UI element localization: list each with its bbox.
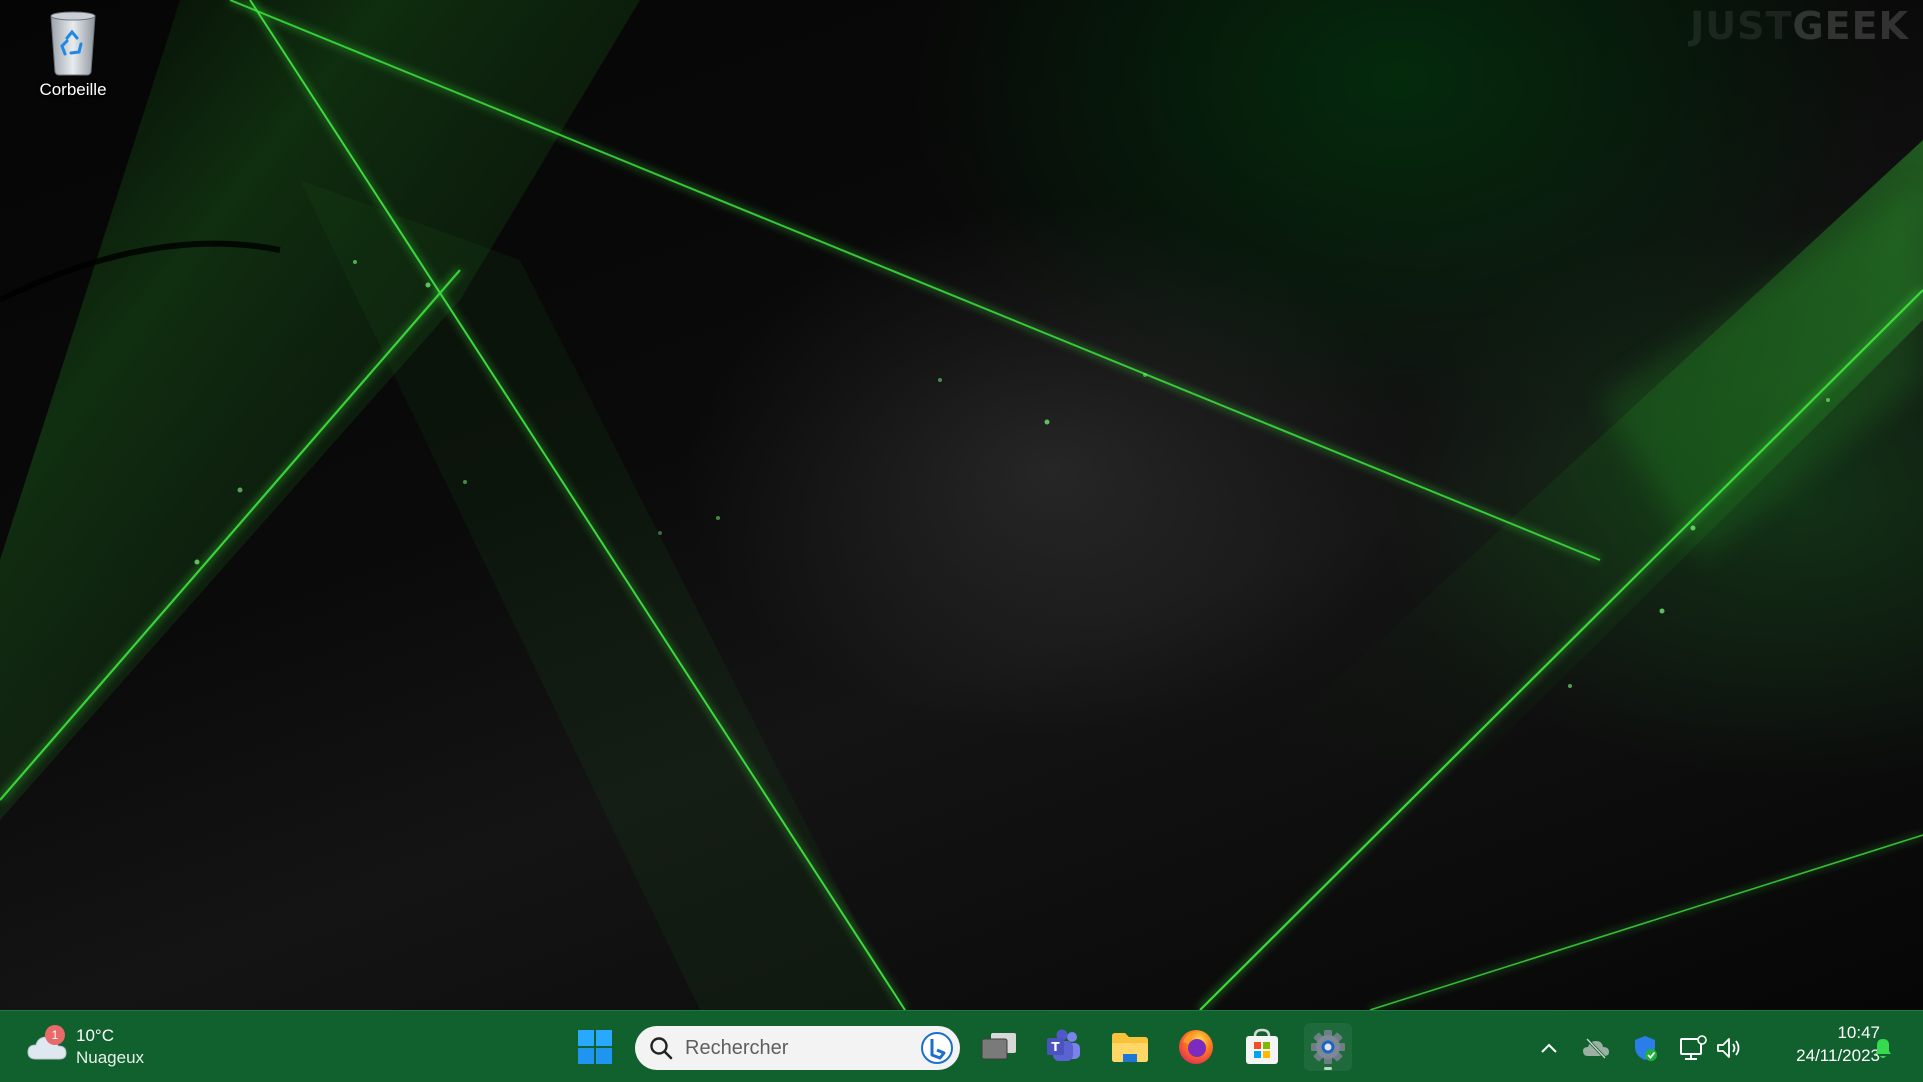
- recycle-bin-icon: [50, 11, 96, 76]
- search-placeholder: Rechercher: [685, 1036, 789, 1059]
- settings-active-indicator: [1324, 1067, 1332, 1070]
- weather-widget[interactable]: 1 10°C Nuageux: [26, 1021, 176, 1073]
- watermark-just: JUST: [1690, 4, 1793, 48]
- notification-center-button[interactable]: [1868, 1033, 1898, 1063]
- clock-time: 10:47: [1837, 1023, 1880, 1042]
- windows-security-button[interactable]: [1630, 1033, 1660, 1063]
- store-icon: [1246, 1028, 1278, 1064]
- svg-text:T: T: [1051, 1040, 1060, 1054]
- start-button[interactable]: [571, 1023, 619, 1071]
- firefox-icon: [1179, 1030, 1213, 1064]
- network-tray-button[interactable]: [1678, 1033, 1708, 1063]
- weather-temperature: 10°C: [76, 1026, 114, 1045]
- task-view-icon: [981, 1033, 1016, 1060]
- cloud-icon: 1: [26, 1025, 68, 1065]
- taskbar: 1 10°C Nuageux Rechercher T 10:47 24/11/…: [0, 1010, 1923, 1082]
- teams-icon: T: [1047, 1029, 1080, 1061]
- weather-notification-badge: 1: [45, 1025, 65, 1045]
- file-explorer-button[interactable]: [1106, 1023, 1154, 1071]
- windows-logo-icon: [578, 1030, 612, 1064]
- microsoft-store-button[interactable]: [1238, 1023, 1286, 1071]
- weather-condition: Nuageux: [76, 1048, 145, 1067]
- folder-icon: [1112, 1033, 1148, 1062]
- search-icon: [650, 1037, 673, 1060]
- wallpaper-band: [300, 180, 900, 1010]
- gear-icon: [1311, 1030, 1345, 1064]
- show-hidden-icons-button[interactable]: [1534, 1033, 1564, 1063]
- watermark-geek: GEEK: [1792, 4, 1909, 48]
- clock-date: 24/11/2023: [1796, 1046, 1880, 1065]
- desktop-icon-label: Corbeille: [39, 80, 107, 99]
- onedrive-offline-icon: [1583, 1037, 1609, 1059]
- settings-button[interactable]: [1304, 1023, 1352, 1071]
- chevron-up-icon: [1541, 1043, 1557, 1053]
- desktop[interactable]: JUSTGEEK Corbeille: [0, 0, 1923, 1010]
- volume-tray-button[interactable]: [1714, 1033, 1744, 1063]
- teams-button[interactable]: T: [1040, 1023, 1088, 1071]
- network-icon: [1680, 1035, 1707, 1060]
- windows-security-icon: [1635, 1036, 1657, 1061]
- notification-bell-icon: [1875, 1039, 1891, 1058]
- onedrive-tray-button[interactable]: [1581, 1033, 1611, 1063]
- volume-icon: [1717, 1038, 1740, 1058]
- desktop-icon-recycle-bin[interactable]: Corbeille: [28, 10, 118, 106]
- task-view-button[interactable]: [975, 1023, 1023, 1071]
- system-clock[interactable]: 10:47 24/11/2023: [1760, 1021, 1880, 1067]
- search-box[interactable]: Rechercher: [635, 1026, 960, 1070]
- wallpaper: [0, 0, 1923, 1010]
- firefox-button[interactable]: [1172, 1023, 1220, 1071]
- bing-chat-icon[interactable]: [920, 1031, 954, 1065]
- watermark: JUSTGEEK: [1690, 4, 1909, 48]
